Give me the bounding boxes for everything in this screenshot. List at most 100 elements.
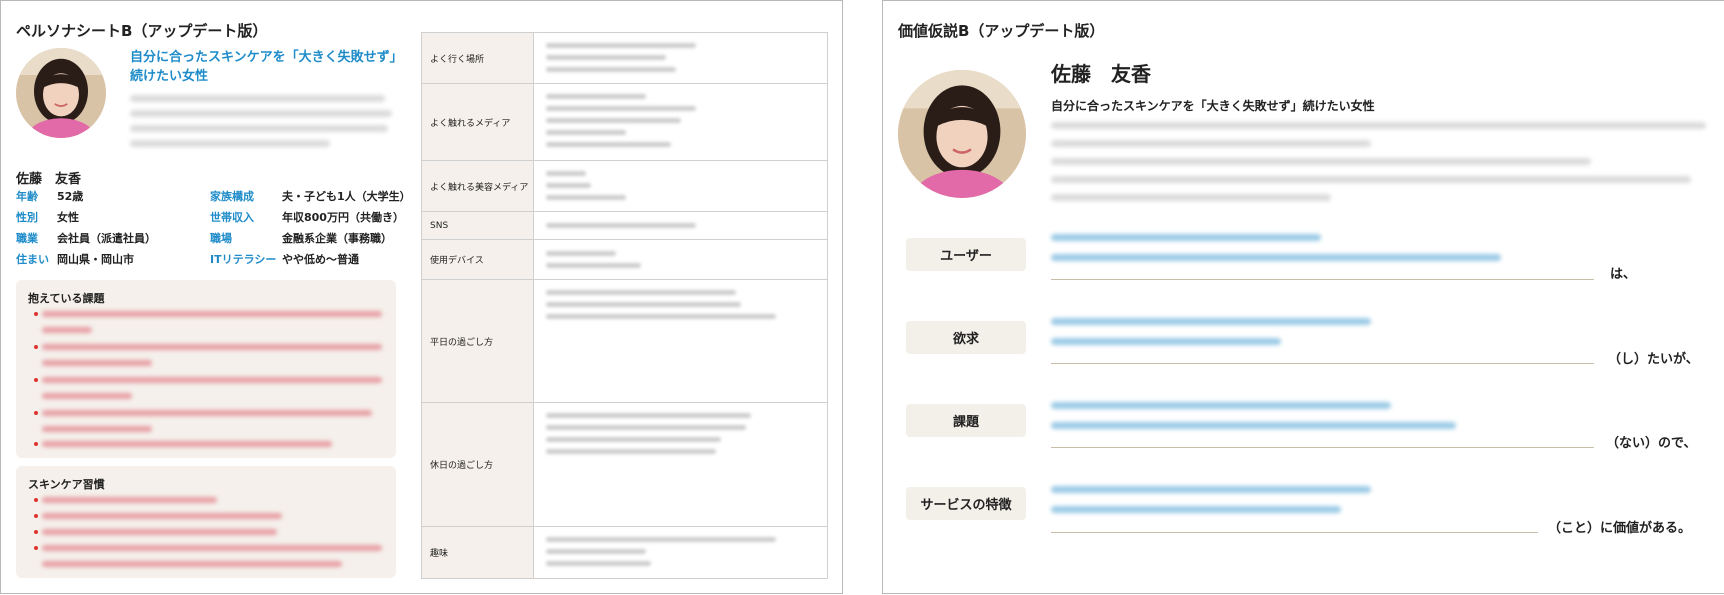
- habit-text-4b: [42, 561, 342, 567]
- attr-label-it-literacy: ITリテラシー: [210, 253, 277, 266]
- attr-label-income: 世帯収入: [210, 211, 254, 224]
- vp-label-user: ユーザー: [906, 238, 1026, 271]
- persona-headline: 自分に合ったスキンケアを「大きく失敗せず」続けたい女性: [130, 50, 397, 84]
- vp-desire-text-2: [1051, 338, 1281, 345]
- profile-row-media: よく触れるメディア: [422, 84, 827, 161]
- avatar-photo: [898, 70, 1026, 198]
- vp-user-text-1: [1051, 234, 1321, 241]
- issue-text-1b: [42, 327, 92, 333]
- profile-value: [534, 240, 827, 279]
- vp-feature-text-2: [1051, 506, 1341, 513]
- issue-text-5: [42, 441, 332, 447]
- habit-bullet-1: [34, 498, 38, 502]
- profile-value: [534, 280, 827, 402]
- profile-row-beauty-media: よく触れる美容メディア: [422, 161, 827, 212]
- vp-issue-line: [1051, 447, 1594, 448]
- issue-bullet-4: [34, 411, 38, 415]
- skincare-habits-box: スキンケア習慣: [16, 466, 396, 578]
- issue-text-4: [42, 410, 372, 416]
- attr-label-family: 家族構成: [210, 190, 254, 203]
- vp-user-text-2: [1051, 254, 1501, 261]
- persona-avatar: [16, 48, 106, 138]
- attr-value-gender: 女性: [57, 211, 79, 224]
- profile-value: [534, 212, 827, 239]
- profile-label: 使用デバイス: [422, 240, 534, 279]
- issue-bullet-2: [34, 345, 38, 349]
- vp-suffix-feature: （こと）に価値がある。: [1548, 521, 1692, 536]
- vp-label-issue: 課題: [906, 404, 1026, 437]
- issues-box: 抱えている課題: [16, 280, 396, 458]
- profile-label: 休日の過ごし方: [422, 403, 534, 526]
- profile-row-holiday: 休日の過ごし方: [422, 403, 827, 527]
- profile-label: 平日の過ごし方: [422, 280, 534, 402]
- issue-text-3: [42, 377, 382, 383]
- vp-label-desire: 欲求: [906, 321, 1026, 354]
- vp-label-service-feature: サービスの特徴: [906, 487, 1026, 520]
- profile-value: [534, 403, 827, 526]
- vp-persona-subtitle: 自分に合ったスキンケアを「大きく失敗せず」続けたい女性: [1051, 99, 1375, 113]
- persona-sheet-title: ペルソナシートB（アップデート版）: [16, 22, 268, 40]
- vp-desire-text-1: [1051, 318, 1371, 325]
- issues-title: 抱えている課題: [28, 292, 105, 305]
- issue-text-3b: [42, 393, 132, 399]
- profile-value: [534, 33, 827, 83]
- vp-feature-text-1: [1051, 486, 1371, 493]
- vp-description: [1051, 122, 1711, 209]
- profile-label: よく行く場所: [422, 33, 534, 83]
- issue-bullet-1: [34, 312, 38, 316]
- attr-label-residence: 住まい: [16, 253, 49, 266]
- attr-value-residence: 岡山県・岡山市: [57, 253, 134, 266]
- vp-desire-line: [1051, 363, 1594, 364]
- vp-suffix-desire: （し）たいが、: [1608, 352, 1699, 367]
- habit-bullet-3: [34, 530, 38, 534]
- issue-bullet-3: [34, 378, 38, 382]
- issue-text-2: [42, 344, 382, 350]
- habit-text-1: [42, 497, 217, 503]
- vp-feature-line: [1051, 532, 1538, 533]
- profile-row-hobby: 趣味: [422, 527, 827, 578]
- vp-suffix-issue: （ない）ので、: [1606, 436, 1697, 451]
- habit-bullet-4: [34, 546, 38, 550]
- profile-value: [534, 84, 827, 160]
- persona-description: [130, 95, 396, 155]
- issue-text-2b: [42, 360, 152, 366]
- attr-value-family: 夫・子ども1人（大学生）: [282, 190, 411, 203]
- attr-value-job: 会社員（派遣社員）: [57, 232, 156, 245]
- issue-text-4b: [42, 426, 152, 432]
- habit-text-3: [42, 529, 277, 535]
- profile-value: [534, 161, 827, 211]
- attr-value-income: 年収800万円（共働き）: [282, 211, 404, 224]
- profile-label: よく触れる美容メディア: [422, 161, 534, 211]
- profile-value: [534, 527, 827, 578]
- attr-label-age: 年齢: [16, 190, 38, 203]
- vp-issue-text-1: [1051, 402, 1391, 409]
- habit-bullet-2: [34, 514, 38, 518]
- attr-label-workplace: 職場: [210, 232, 232, 245]
- vp-avatar: [898, 70, 1026, 198]
- persona-name: 佐藤 友香: [16, 172, 82, 187]
- vp-suffix-user: は、: [1610, 267, 1637, 282]
- attr-label-job: 職業: [16, 232, 38, 245]
- profile-label: 趣味: [422, 527, 534, 578]
- vp-persona-name: 佐藤 友香: [1051, 62, 1151, 86]
- vp-user-line: [1051, 279, 1594, 280]
- issue-bullet-5: [34, 442, 38, 446]
- profile-row-places: よく行く場所: [422, 33, 827, 84]
- attr-label-gender: 性別: [16, 211, 38, 224]
- profile-row-weekday: 平日の過ごし方: [422, 280, 827, 403]
- value-hypothesis-title: 価値仮説B（アップデート版）: [898, 22, 1105, 40]
- habit-text-4: [42, 545, 382, 551]
- vp-issue-text-2: [1051, 422, 1456, 429]
- profile-row-sns: SNS: [422, 212, 827, 240]
- persona-profile-table: よく行く場所 よく触れるメディア よく触れる美容メディア SNS 使用デバイス …: [421, 32, 828, 579]
- attr-value-age: 52歳: [57, 190, 84, 203]
- skincare-habits-title: スキンケア習慣: [28, 478, 105, 491]
- attr-value-it-literacy: やや低め〜普通: [282, 253, 359, 266]
- profile-label: SNS: [422, 212, 534, 239]
- avatar-photo: [16, 48, 106, 138]
- attr-value-workplace: 金融系企業（事務職）: [282, 232, 392, 245]
- profile-row-devices: 使用デバイス: [422, 240, 827, 280]
- profile-label: よく触れるメディア: [422, 84, 534, 160]
- habit-text-2: [42, 513, 282, 519]
- issue-text-1: [42, 311, 382, 317]
